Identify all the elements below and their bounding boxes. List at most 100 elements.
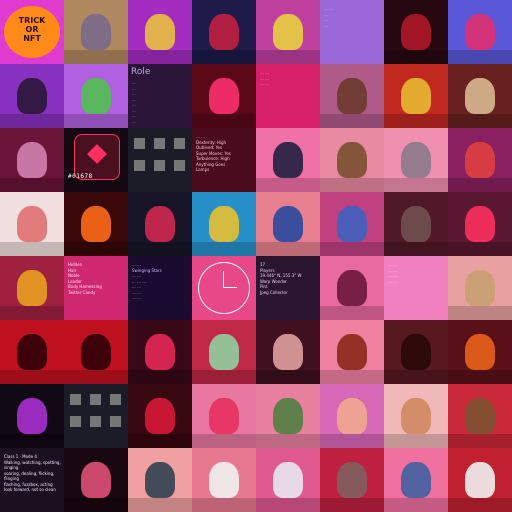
nft-tile[interactable] [320,448,384,512]
nft-tile[interactable] [384,0,448,64]
nft-tile[interactable] [320,64,384,128]
nft-tile[interactable] [320,320,384,384]
shade-shape [0,370,64,384]
shade-shape [192,498,256,512]
gas-mask-icon [145,462,175,498]
nft-tile[interactable] [256,128,320,192]
nft-tile[interactable]: ... ... ... ... ... ... [256,64,320,128]
camel-character-icon [465,270,495,306]
nft-tile[interactable] [0,128,64,192]
robot-cat-icon [401,142,431,178]
nft-tile[interactable] [320,192,384,256]
nft-tile[interactable] [448,0,512,64]
hooded-figure-icon [337,78,367,114]
shade-shape [192,242,256,256]
nft-tile[interactable] [256,0,320,64]
shade-shape [384,178,448,192]
nft-tile[interactable] [128,320,192,384]
nft-tile[interactable]: Hidden Hair Noble Leader Body Harnessing… [64,256,128,320]
square-block [70,394,81,405]
nft-tile[interactable] [384,64,448,128]
nft-tile[interactable] [192,384,256,448]
nft-tile[interactable] [192,0,256,64]
nft-tile[interactable] [256,448,320,512]
nft-tile[interactable]: ... ... ... ... ... ... ... ... [384,256,448,320]
nft-tile[interactable] [384,320,448,384]
nft-tile[interactable]: Class 1 · Mode 4 Walking, watching, spot… [0,448,64,512]
nft-tile[interactable] [256,320,320,384]
shade-shape [320,498,384,512]
nft-tile[interactable] [384,384,448,448]
tile-title: TRICK OR NFT [18,16,46,43]
square-block [134,138,145,149]
nft-tile[interactable] [192,256,256,320]
nft-tile[interactable] [448,448,512,512]
nft-tile[interactable]: #01678 [64,128,128,192]
nft-tile[interactable] [128,192,192,256]
diver-robot-icon [17,270,47,306]
nft-tile[interactable] [128,448,192,512]
nft-tile[interactable]: ... ... Dexterity: High Outlined: Yes Su… [192,128,256,192]
nft-tile[interactable] [0,384,64,448]
nft-tile[interactable] [64,64,128,128]
nft-tile[interactable] [192,192,256,256]
nft-tile[interactable] [384,128,448,192]
nft-tile[interactable] [192,64,256,128]
nft-tile[interactable] [0,320,64,384]
nft-tile[interactable]: 17 Players 19.446° N, 155.3° W Warp Wond… [256,256,320,320]
monkey-portrait-icon [337,462,367,498]
nft-tile[interactable] [128,0,192,64]
nft-tile[interactable] [64,384,128,448]
nft-tile[interactable] [256,384,320,448]
ethereum-diamond-icon [87,144,107,164]
nft-tile[interactable] [0,256,64,320]
nft-tile[interactable] [448,64,512,128]
shade-shape [64,370,128,384]
cat-hoodie-icon [273,462,303,498]
lines-field-icon [145,334,175,370]
nft-tile[interactable] [128,128,192,192]
nft-tile[interactable] [320,384,384,448]
shade-shape [320,242,384,256]
nft-tile[interactable] [448,384,512,448]
nft-tile[interactable] [192,448,256,512]
nft-tile[interactable] [320,256,384,320]
nft-tile[interactable] [64,320,128,384]
nft-tile[interactable]: Role ... ... ... ... ... ... ... ... [128,64,192,128]
nft-tile[interactable] [320,128,384,192]
square-block [154,138,165,149]
rabbit-figure-icon [401,462,431,498]
nft-tile[interactable] [384,192,448,256]
shade-shape [128,434,192,448]
nft-tile[interactable] [0,192,64,256]
shade-shape [0,178,64,192]
nft-tile[interactable] [64,448,128,512]
nft-tile[interactable] [64,0,128,64]
nft-tile[interactable] [128,384,192,448]
robot-skater-icon [209,206,239,242]
nft-tile[interactable]: ... ... Swinging Stars ... ... ... ... .… [128,256,192,320]
nft-tile[interactable] [0,64,64,128]
shade-shape [0,242,64,256]
nft-tile[interactable]: ... ... ... ... ... [320,0,384,64]
tile-text: ... ... Swinging Stars ... ... ... ... .… [132,262,162,300]
demon-portrait-icon [209,14,239,50]
nft-tile[interactable]: TRICK OR NFT [0,0,64,64]
nft-tile[interactable] [192,320,256,384]
nft-tile[interactable] [384,448,448,512]
shade-shape [128,50,192,64]
shade-shape [64,242,128,256]
nft-tile[interactable] [448,128,512,192]
square-block [154,160,165,171]
shade-shape [320,370,384,384]
shade-shape [448,114,512,128]
nft-tile[interactable] [256,192,320,256]
neon-cat-icon [209,78,239,114]
shade-shape [256,498,320,512]
nft-tile[interactable] [64,192,128,256]
tile-title: Role [131,67,151,77]
nft-tile[interactable] [448,192,512,256]
nft-tile[interactable] [448,320,512,384]
nft-tile[interactable] [448,256,512,320]
shadow-creature-icon [17,334,47,370]
